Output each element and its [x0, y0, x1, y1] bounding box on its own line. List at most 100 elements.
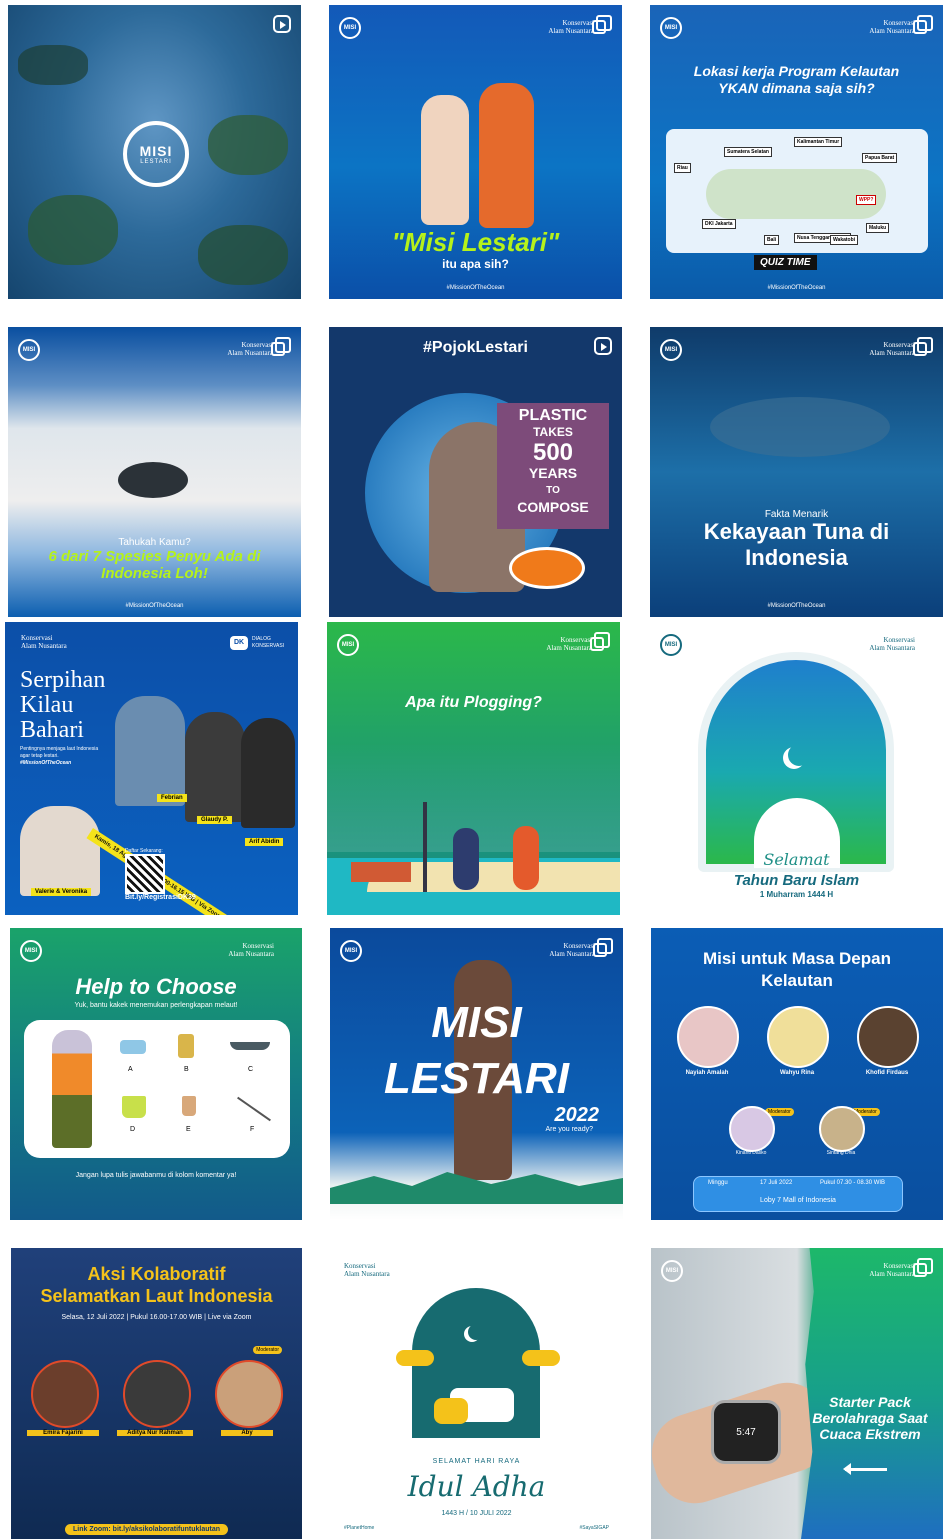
event-time: Pukul 07.30 - 08.30 WIB [820, 1180, 886, 1186]
option-rod-icon [237, 1096, 271, 1122]
runner-man [479, 83, 534, 228]
misi-logo-icon: MISI [661, 1260, 683, 1282]
registration-link[interactable]: Bit.ly/RegistrasiDK39 [125, 894, 196, 901]
post-tile-pojok-lestari[interactable]: #PojokLestari PLASTIC TAKES 500 YEARS TO… [329, 327, 622, 617]
speaker-name: Khofid Firdaus [865, 1070, 909, 1076]
speaker-avatar [31, 1360, 99, 1428]
map-label: DKI Jakarta [702, 219, 736, 229]
option-label: D [130, 1126, 136, 1133]
hashtag: #MissionOfTheOcean [446, 285, 505, 291]
org-name: Konservasi Alam Nusantara [869, 19, 915, 35]
speaker-avatar [123, 1360, 191, 1428]
post-desc: Pentingnya menjaga laut Indonesia agar t… [20, 746, 99, 759]
speaker-photo [185, 712, 245, 822]
org-name: Konservasi Alam Nusantara [869, 1262, 915, 1278]
post-subtitle: Are you ready? [545, 1126, 593, 1133]
map-label: Bali [764, 235, 780, 245]
moderator-avatar [819, 1106, 865, 1152]
option-cup-icon [182, 1096, 196, 1116]
map-label: Sumatera Selatan [724, 147, 772, 157]
qr-code [125, 854, 165, 894]
lamp-post [423, 802, 427, 892]
bench [351, 862, 411, 882]
tuna-image [710, 397, 890, 457]
hashtag: #MissionOfTheOcean [125, 603, 184, 609]
misi-logo-icon: MISI [20, 940, 42, 962]
post-title-line1: MISI [431, 998, 522, 1047]
indonesia-map: Sumatera Selatan Kalimantan Timur Papua … [666, 129, 928, 253]
option-boat-icon [230, 1042, 270, 1050]
misi-logo-icon: MISI [18, 339, 40, 361]
hashtag: #MissionOfTheOcean [767, 285, 826, 291]
speaker-avatar [677, 1006, 739, 1068]
post-subtitle: 1443 H / 10 JULI 2022 [441, 1510, 512, 1517]
post-tile-tahun-baru-islam[interactable]: MISI Konservasi Alam Nusantara Selamat T… [650, 622, 943, 915]
misi-lestari-logo: MISI LESTARI [123, 121, 189, 187]
post-tile-misi-masa-depan[interactable]: Misi untuk Masa Depan Kelautan Nayiah Am… [651, 928, 943, 1220]
speaker-name: Aby [221, 1430, 273, 1436]
carousel-icon [590, 632, 610, 651]
logo-text-lestari: LESTARI [140, 159, 172, 165]
post-tile-aksi-kolaboratif[interactable]: Aksi Kolaboratif Selamatkan Laut Indones… [11, 1248, 302, 1539]
post-title-line2: LESTARI [384, 1054, 569, 1103]
post-title: Help to Choose [75, 974, 237, 999]
speaker-avatar [215, 1360, 283, 1428]
misi-logo-icon: MISI [340, 940, 362, 962]
org-name: Konservasi Alam Nusantara [546, 636, 592, 652]
org-name: Konservasi Alam Nusantara [869, 341, 915, 357]
post-tile-penyu[interactable]: MISI Konservasi Alam Nusantara Tahukah K… [8, 327, 301, 617]
post-tile-tuna[interactable]: MISI Konservasi Alam Nusantara Fakta Men… [650, 327, 943, 617]
post-title: Misi untuk Masa Depan Kelautan [703, 949, 891, 990]
post-title: #PojokLestari [423, 339, 528, 356]
post-subtitle: Yuk, bantu kakek menemukan perlengkapan … [74, 1002, 238, 1009]
org-name: Konservasi Alam Nusantara [227, 341, 273, 357]
zoom-link[interactable]: Link Zoom: bit.ly/aksikolaboratifuntukla… [65, 1524, 229, 1535]
runner-left [453, 828, 479, 890]
org-name: Konservasi Alam Nusantara [869, 636, 915, 652]
map-label: Wakatobi [830, 235, 859, 245]
speaker-photo [20, 806, 100, 896]
post-title: Kekayaan Tuna di Indonesia [703, 519, 890, 570]
moon-icon [788, 744, 810, 766]
post-tile-misi-lestari-logo[interactable]: MISI LESTARI [8, 5, 301, 299]
speaker-label: Febrian [157, 794, 187, 802]
moderator-name: Kinanti Dasko [735, 1150, 767, 1156]
watch-time: 5:47 [736, 1426, 756, 1438]
post-tile-starter-pack[interactable]: MISI Konservasi Alam Nusantara 5:47 Kons… [651, 1248, 943, 1539]
post-footer: Jangan lupa tulis jawabanmu di kolom kom… [75, 1172, 237, 1179]
post-tile-quiz-lokasi[interactable]: MISI Konservasi Alam Nusantara Lokasi ke… [650, 5, 943, 299]
post-title-line2: Selamatkan Laut Indonesia [40, 1286, 273, 1306]
org-name: Konservasi Alam Nusantara [228, 942, 274, 958]
post-tile-dialog-konservasi[interactable]: Konservasi Alam Nusantara DK DIALOG KONS… [5, 622, 298, 915]
reel-icon [273, 15, 291, 33]
post-title: Starter Pack Berolahraga Saat Cuaca Ekst… [812, 1394, 928, 1442]
speaker-photo [241, 718, 295, 828]
post-subtitle: 1 Muharram 1444 H [759, 890, 834, 899]
runner-right [513, 826, 539, 890]
option-food-icon [178, 1034, 194, 1058]
post-title: Lokasi kerja Program Kelautan YKAN diman… [693, 63, 900, 96]
sign-line: 500 [532, 439, 574, 466]
post-grid: MISI LESTARI MISI Konservasi Alam Nusant… [0, 0, 947, 1539]
post-title: "Misi Lestari" [391, 227, 560, 257]
smartwatch: 5:47 [711, 1400, 781, 1464]
post-tile-help-to-choose[interactable]: MISI Konservasi Alam Nusantara Help to C… [10, 928, 302, 1220]
event-info-bar: Minggu 17 Juli 2022 Pukul 07.30 - 08.30 … [693, 1176, 903, 1212]
hashtag-right: #SayaSIGAP [579, 1525, 609, 1531]
speaker-name: Wahyu Rina [779, 1070, 815, 1076]
post-title-script: Selamat [763, 850, 830, 869]
post-tile-misi-lestari-2022[interactable]: MISI Konservasi Alam Nusantara MISI LEST… [330, 928, 623, 1220]
post-title: Tahun Baru Islam [733, 872, 860, 889]
org-name: Konservasi Alam Nusantara [548, 19, 594, 35]
post-tile-idul-adha[interactable]: Konservasi Alam Nusantara SELAMAT HARI R… [330, 1248, 623, 1539]
cloud-right [522, 1350, 560, 1366]
event-date: Selasa, 12 Juli 2022 | Pukul 16.00-17.00… [61, 1314, 252, 1321]
dialog-konservasi-brand: DK DIALOG KONSERVASI [230, 636, 286, 650]
misi-logo-icon: MISI [339, 17, 361, 39]
option-bucket-icon [122, 1096, 146, 1118]
turtle-image [118, 462, 188, 498]
post-tile-plogging[interactable]: MISI Konservasi Alam Nusantara Apa itu P… [327, 622, 620, 915]
post-kicker: Tahukah Kamu? [118, 537, 191, 548]
carousel-icon [592, 15, 612, 34]
post-tile-misi-lestari-intro[interactable]: MISI Konservasi Alam Nusantara "Misi Les… [329, 5, 622, 299]
